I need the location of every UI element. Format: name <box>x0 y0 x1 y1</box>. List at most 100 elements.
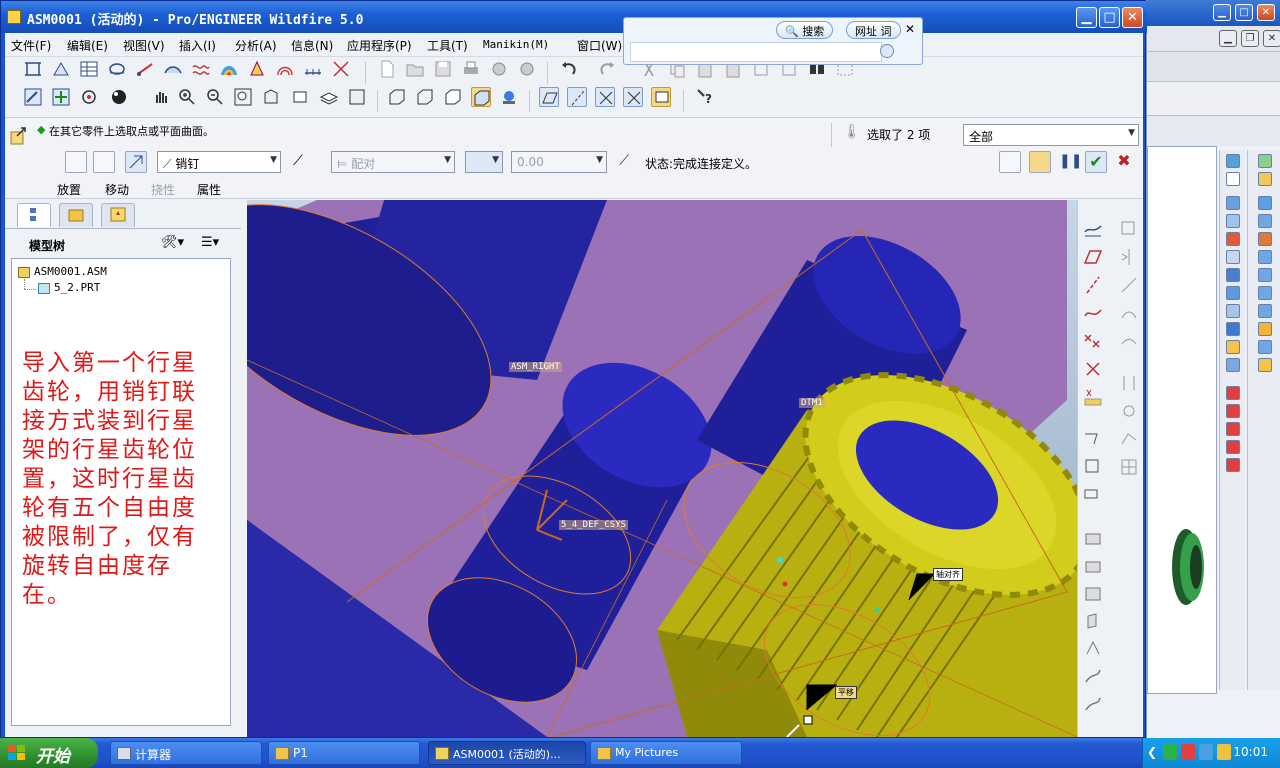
layers-icon[interactable] <box>319 87 339 107</box>
pattern-tool-icon[interactable] <box>1118 456 1140 478</box>
redo-icon[interactable] <box>597 59 617 79</box>
label-datum-axis[interactable]: DTM1 <box>799 398 825 408</box>
label-csys[interactable]: 5_4_DEF_CSYS <box>559 520 629 530</box>
bg-inner-minimize[interactable]: ▁ <box>1219 30 1237 47</box>
bg-inner-close[interactable]: ✕ <box>1263 30 1280 47</box>
tab-placement[interactable]: 放置 <box>57 181 81 198</box>
flip-icon[interactable]: ⟋ <box>287 151 309 173</box>
bg-tool-icon[interactable] <box>1257 214 1272 228</box>
datum-axes-icon[interactable] <box>567 87 587 107</box>
connection-type-select[interactable]: ⟋ 销钉 ▼ <box>157 151 281 173</box>
view-manager-icon[interactable] <box>347 87 367 107</box>
bg-tool-icon[interactable] <box>1225 458 1240 472</box>
confirm-button[interactable]: ✔ <box>1085 151 1107 173</box>
close-button[interactable]: ✕ <box>1122 7 1143 28</box>
selection-filter-select[interactable]: 全部 ▼ <box>963 124 1139 146</box>
menu-applications[interactable]: 应用程序(P) <box>347 37 412 54</box>
bg-tool-icon[interactable] <box>1225 422 1240 436</box>
menu-analysis[interactable]: 分析(A) <box>235 37 277 54</box>
offset-icon[interactable] <box>275 59 295 79</box>
section-icon[interactable] <box>107 59 127 79</box>
appearance-icon[interactable] <box>109 87 129 107</box>
offset-tool-icon[interactable] <box>1118 302 1140 324</box>
draft-tool-icon[interactable] <box>1082 526 1104 548</box>
bg-tool-icon[interactable] <box>1225 404 1240 418</box>
bg-tool-icon[interactable] <box>1225 250 1240 264</box>
thicken-tool-icon[interactable] <box>1118 330 1140 352</box>
graphics-window[interactable]: ASM_RIGHT 5_4_DEF_CSYS DTM1 轴对齐 平移 <box>247 200 1077 737</box>
bg-tool-icon[interactable] <box>1225 440 1240 454</box>
menu-file[interactable]: 文件(F) <box>11 37 51 54</box>
bg-close-button[interactable]: ✕ <box>1257 4 1275 21</box>
attach-icon[interactable] <box>517 59 537 79</box>
extend-tool-icon[interactable] <box>1118 274 1140 296</box>
extrude-tool-icon[interactable] <box>1082 610 1104 632</box>
ie-bar-close-icon[interactable]: ✕ <box>905 22 915 36</box>
hole-tool-icon[interactable] <box>1082 428 1104 450</box>
bg-tool-icon[interactable] <box>1225 358 1240 372</box>
menu-tools[interactable]: 工具(T) <box>427 37 468 54</box>
bg-tool-icon[interactable] <box>1225 214 1240 228</box>
bg-tool-icon[interactable] <box>1257 286 1272 300</box>
tab-move[interactable]: 移动 <box>105 181 129 198</box>
tab-flexibility[interactable]: 挠性 <box>151 181 175 198</box>
bg-tool-icon[interactable] <box>1225 304 1240 318</box>
bg-tool-icon[interactable] <box>1257 172 1272 186</box>
tab-folder-browser[interactable] <box>59 203 93 227</box>
color-analysis-icon[interactable] <box>219 59 239 79</box>
bg-tool-icon[interactable] <box>1257 322 1272 336</box>
bg-inner-restore[interactable]: ❐ <box>1241 30 1259 47</box>
bg-maximize-button[interactable]: □ <box>1235 4 1253 21</box>
constraint-type-select[interactable]: ⊨ 配对 ▼ <box>331 151 455 173</box>
trim-tool-icon[interactable] <box>1118 400 1140 422</box>
network-icon[interactable] <box>1199 744 1213 760</box>
label-axis-align[interactable]: 轴对齐 <box>933 568 963 581</box>
intersect-tool-icon[interactable] <box>1118 428 1140 450</box>
mechanism-icon[interactable] <box>93 151 115 173</box>
volume-icon[interactable] <box>1217 744 1231 760</box>
transform-icon[interactable] <box>331 59 351 79</box>
bg-tool-icon[interactable] <box>1225 232 1240 246</box>
bg-tool-icon[interactable] <box>1257 304 1272 318</box>
zoom-out-icon[interactable] <box>205 87 225 107</box>
menu-window[interactable]: 窗口(W) <box>577 37 622 54</box>
no-hidden-icon[interactable] <box>443 87 463 107</box>
separate-window-icon[interactable] <box>999 151 1021 173</box>
pause-button[interactable]: ❚❚ <box>1059 151 1082 173</box>
csys-icon[interactable] <box>623 87 643 107</box>
offset-type-select[interactable]: ▼ <box>465 151 503 173</box>
plane-tool-icon[interactable] <box>1082 246 1104 268</box>
surface-analysis-icon[interactable] <box>163 59 183 79</box>
menu-info[interactable]: 信息(N) <box>291 37 333 54</box>
round-tool-icon[interactable] <box>1082 554 1104 576</box>
copy-tool-icon[interactable] <box>1118 218 1140 240</box>
menu-edit[interactable]: 编辑(E) <box>67 37 108 54</box>
merge-tool-icon[interactable] <box>1118 372 1140 394</box>
bg-minimize-button[interactable]: ▁ <box>1213 4 1231 21</box>
wireframe-icon[interactable] <box>387 87 407 107</box>
bg-tool-icon[interactable] <box>1225 268 1240 282</box>
ie-url-button[interactable]: 网址 词 <box>846 21 901 39</box>
bg-tool-icon[interactable] <box>1257 340 1272 354</box>
panel-sash[interactable] <box>237 240 243 690</box>
bg-tool-icon[interactable] <box>1257 232 1272 246</box>
ie-go-icon[interactable] <box>880 44 894 58</box>
bg-tool-icon[interactable] <box>1225 340 1240 354</box>
annotation-display-icon[interactable] <box>651 87 671 107</box>
blend-tool-icon[interactable] <box>1082 694 1104 716</box>
task-my-pictures[interactable]: My Pictures <box>590 741 742 765</box>
bg-tool-icon[interactable] <box>1225 322 1240 336</box>
table-icon[interactable] <box>79 59 99 79</box>
ie-search-button[interactable]: 🔍 搜索 <box>776 21 834 39</box>
bg-tool-icon[interactable] <box>1225 154 1240 168</box>
start-button[interactable]: 开始 <box>0 738 98 768</box>
menu-manikin[interactable]: Manikin(M) <box>483 38 549 51</box>
shell-tool-icon[interactable] <box>1082 456 1104 478</box>
curve-tool-icon[interactable] <box>1082 302 1104 324</box>
tree-settings-icon[interactable]: 🛠▾ <box>161 235 184 250</box>
task-proe[interactable]: ASM0001 (活动的)... <box>428 741 586 765</box>
menu-insert[interactable]: 插入(I) <box>179 37 216 54</box>
cancel-button[interactable]: ✖ <box>1113 151 1135 173</box>
analysis-feature-icon[interactable] <box>1082 386 1104 408</box>
chamfer-tool-icon[interactable] <box>1082 582 1104 604</box>
